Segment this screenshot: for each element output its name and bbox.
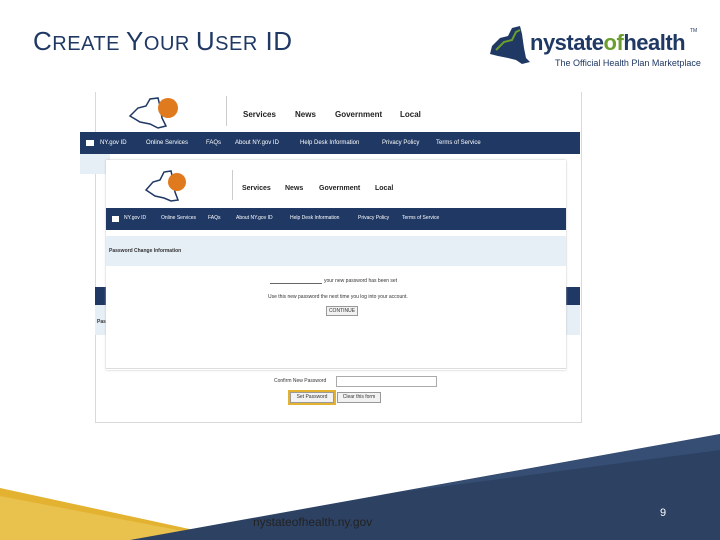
clear-form-button[interactable]: Clear this form: [337, 392, 381, 403]
slide-title: CREATE YOUR USER ID: [33, 26, 293, 57]
top-link-services[interactable]: Services: [242, 185, 271, 192]
nav-terms[interactable]: Terms of Service: [402, 216, 439, 221]
logo-trademark: TM: [690, 28, 698, 34]
front-navbar: NY.gov ID Online Services FAQs About NY.…: [106, 208, 566, 230]
set-password-button[interactable]: Set Password: [288, 390, 336, 405]
title-part: OUR: [143, 33, 196, 55]
logo-wordmark: nystateofhealth: [530, 30, 686, 56]
logo-tagline: The Official Health Plan Marketplace: [555, 58, 701, 68]
top-link-services[interactable]: Services: [243, 110, 276, 119]
logo-word-a: nystate: [530, 30, 604, 55]
page-number: 9: [660, 507, 667, 519]
ny-id-icon: [86, 140, 94, 146]
section-header: Password Change Information: [109, 248, 182, 254]
logo-word-c: health: [623, 30, 686, 55]
nav-faqs[interactable]: FAQs: [208, 216, 221, 221]
divider: [232, 170, 233, 200]
top-link-government[interactable]: Government: [335, 110, 382, 119]
password-set-message: your new password has been set: [324, 278, 398, 284]
title-letter: Y: [126, 26, 144, 56]
title-letter: C: [33, 26, 53, 56]
top-link-local[interactable]: Local: [375, 185, 393, 192]
top-link-government[interactable]: Government: [319, 185, 360, 192]
nav-help-desk[interactable]: Help Desk Information: [290, 216, 339, 221]
nys-map-icon: [144, 170, 186, 202]
title-part: SER: [215, 33, 258, 55]
nav-online-services[interactable]: Online Services: [161, 216, 196, 221]
back-section-label: Pas: [97, 319, 106, 325]
title-letter: U: [195, 26, 216, 56]
confirm-password-input[interactable]: [336, 376, 437, 387]
ny-id-icon: [112, 216, 119, 222]
confirm-password-label: Confirm New Password: [274, 378, 327, 384]
title-part: REATE: [52, 33, 127, 55]
nav-help-desk[interactable]: Help Desk Information: [300, 140, 359, 146]
message-underline: [270, 283, 322, 284]
front-nys-logo: [144, 168, 190, 204]
footer-url[interactable]: nystateofhealth.ny.gov: [253, 515, 372, 529]
nav-about[interactable]: About NY.gov ID: [236, 216, 273, 221]
top-link-news[interactable]: News: [285, 185, 303, 192]
nav-faqs[interactable]: FAQs: [206, 140, 221, 146]
nav-privacy[interactable]: Privacy Policy: [382, 140, 419, 146]
nav-ny-gov-id[interactable]: NY.gov ID: [124, 216, 146, 221]
instruction-text: Use this new password the next time you …: [268, 294, 408, 300]
back-nys-logo: [128, 96, 183, 130]
nav-terms[interactable]: Terms of Service: [436, 140, 481, 146]
nys-map-icon: [128, 97, 178, 129]
title-part: ID: [257, 26, 293, 56]
continue-button[interactable]: CONTINUE: [326, 306, 358, 316]
back-top-links: Services News Government Local: [227, 110, 567, 134]
front-bottom-border: [106, 368, 566, 369]
divider: [226, 96, 227, 126]
top-link-local[interactable]: Local: [400, 110, 421, 119]
logo-word-b: of: [603, 30, 624, 55]
nav-about[interactable]: About NY.gov ID: [235, 140, 279, 146]
nav-online-services[interactable]: Online Services: [146, 140, 188, 146]
nav-ny-gov-id[interactable]: NY.gov ID: [100, 140, 127, 146]
front-screenshot: Services News Government Local NY.gov ID…: [106, 160, 566, 370]
top-link-news[interactable]: News: [295, 110, 316, 119]
back-navbar: NY.gov ID Online Services FAQs About NY.…: [80, 132, 580, 154]
nav-privacy[interactable]: Privacy Policy: [358, 216, 389, 221]
ny-state-map-icon: [490, 26, 530, 64]
